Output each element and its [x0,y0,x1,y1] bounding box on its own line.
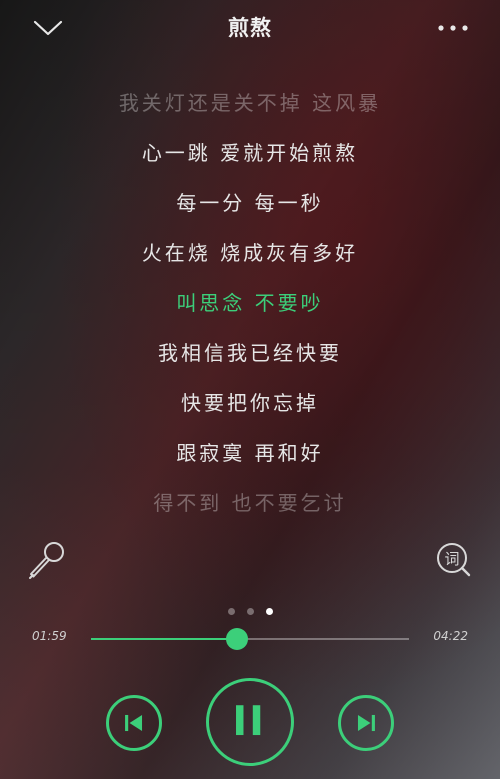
lyric-line: 心一跳 爱就开始煎熬 [141,141,359,165]
skip-previous-icon [125,714,143,732]
pause-icon [236,705,261,736]
more-options-button[interactable] [436,20,470,36]
lyric-search-icon: 词 [437,543,471,577]
lyric-line-current: 叫思念 不要吵 [176,291,324,315]
lyric-line: 每一分 每一秒 [176,191,324,215]
progress-fill [91,638,238,640]
karaoke-mic-button[interactable] [24,538,68,582]
lyric-line: 得不到 也不要乞讨 [153,491,347,515]
lyric-line: 快要把你忘掉 [181,391,319,415]
lyric-search-glyph: 词 [444,550,459,568]
page-dot[interactable] [246,608,254,615]
next-button[interactable] [338,695,394,751]
page-dot[interactable] [227,608,235,615]
current-time: 01:59 [32,629,67,643]
lyric-line: 我关灯还是关不掉 这风暴 [118,91,382,115]
lyric-search-button[interactable]: 词 [434,540,474,580]
progress-thumb[interactable] [226,628,249,650]
header: 煎熬 [0,0,500,56]
lyric-line: 火在烧 烧成灰有多好 [141,241,359,265]
page-indicator [0,600,500,615]
total-time: 04:22 [433,629,468,643]
pause-button[interactable] [206,678,294,766]
progress-bar[interactable] [91,628,409,650]
lyric-line: 我相信我已经快要 [158,341,342,365]
lyrics-panel[interactable]: 我关灯还是关不掉 这风暴 心一跳 爱就开始煎熬 每一分 每一秒火在烧 烧成灰有多好叫… [0,78,500,528]
microphone-icon [29,542,64,579]
song-title: 煎熬 [228,16,272,40]
previous-button[interactable] [106,695,162,751]
page-dot[interactable] [265,608,273,615]
more-horizontal-icon [438,25,468,31]
skip-next-icon [357,714,375,732]
lyric-line: 跟寂寞 再和好 [176,441,324,465]
